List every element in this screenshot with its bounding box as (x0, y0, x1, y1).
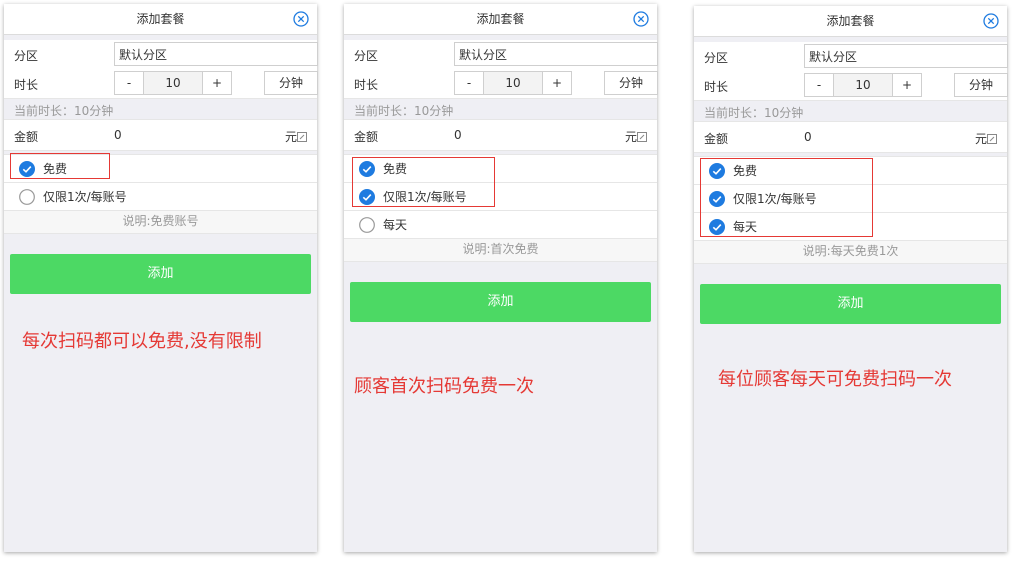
dialog-title-bar: 添加套餐 (344, 4, 657, 35)
area-row: 分区 默认分区 (694, 42, 1008, 72)
area-row: 分区 默认分区 (4, 40, 318, 70)
amount-unit: 元 (975, 130, 997, 147)
duration-input[interactable]: 10 (143, 72, 203, 94)
edit-icon[interactable] (297, 132, 307, 142)
add-button[interactable]: 添加 (700, 284, 1001, 324)
duration-label: 时长 (14, 78, 39, 92)
duration-input[interactable]: 10 (483, 72, 543, 94)
duration-stepper: - 10 + (114, 71, 232, 95)
add-button[interactable]: 添加 (10, 254, 311, 294)
amount-row: 金额 0 元 (4, 119, 317, 151)
amount-unit-label: 元 (284, 130, 297, 144)
decrement-button[interactable]: - (115, 72, 143, 94)
duration-row: 时长 - 10 + 分钟 (4, 69, 318, 99)
option-label: 仅限1次/每账号 (43, 190, 127, 204)
unit-select-button[interactable]: 分钟 (954, 73, 1008, 97)
annotation-caption: 每次扫码都可以免费,没有限制 (22, 331, 262, 352)
duration-input[interactable]: 10 (833, 74, 893, 96)
area-input[interactable]: 默认分区 (804, 44, 1008, 68)
dialog-title-bar: 添加套餐 (694, 6, 1007, 37)
amount-unit-label: 元 (624, 130, 637, 144)
amount-row: 金额 0 元 (694, 121, 1007, 153)
unchecked-circle-icon (359, 217, 375, 233)
amount-label: 金额 (704, 132, 729, 146)
dialog-title: 添加套餐 (136, 12, 185, 26)
package-dialog-free: 添加套餐 分区 默认分区 时长 - 10 + 分钟 当前时长：10分钟 金额 0… (4, 4, 318, 552)
dialog-title-bar: 添加套餐 (4, 4, 317, 35)
amount-label: 金额 (354, 130, 379, 144)
increment-button[interactable]: + (893, 74, 921, 96)
close-icon[interactable] (983, 13, 999, 29)
option-label: 每天 (383, 218, 408, 232)
decrement-button[interactable]: - (455, 72, 483, 94)
close-icon[interactable] (633, 11, 649, 27)
option-once-per-account[interactable]: 仅限1次/每账号 (4, 182, 317, 211)
duration-label: 时长 (354, 78, 379, 92)
area-input[interactable]: 默认分区 (454, 42, 658, 66)
unit-select-button[interactable]: 分钟 (604, 71, 658, 95)
amount-input[interactable]: 0 (804, 130, 812, 144)
annotation-highlight-box (700, 158, 873, 237)
option-daily[interactable]: 每天 (344, 210, 657, 239)
increment-button[interactable]: + (203, 72, 231, 94)
duration-stepper: - 10 + (804, 73, 922, 97)
duration-label: 时长 (704, 80, 729, 94)
description-note: 说明:每天免费1次 (694, 240, 1007, 264)
duration-stepper: - 10 + (454, 71, 572, 95)
area-input[interactable]: 默认分区 (114, 42, 318, 66)
current-duration-text: 当前时长：10分钟 (14, 104, 114, 118)
decrement-button[interactable]: - (805, 74, 833, 96)
close-icon[interactable] (293, 11, 309, 27)
add-button[interactable]: 添加 (350, 282, 651, 322)
amount-row: 金额 0 元 (344, 119, 657, 151)
dialog-title: 添加套餐 (826, 14, 875, 28)
unchecked-circle-icon (19, 189, 35, 205)
edit-icon[interactable] (637, 132, 647, 142)
package-dialog-first-time: 添加套餐 分区 默认分区 时长 - 10 + 分钟 当前时长：10分钟 金额 0… (344, 4, 658, 552)
unit-select-button[interactable]: 分钟 (264, 71, 318, 95)
annotation-highlight-box (10, 153, 110, 179)
duration-row: 时长 - 10 + 分钟 (344, 69, 658, 99)
increment-button[interactable]: + (543, 72, 571, 94)
amount-input[interactable]: 0 (454, 128, 462, 142)
description-note: 说明:首次免费 (344, 238, 657, 262)
annotation-highlight-box (352, 157, 495, 207)
annotation-caption: 顾客首次扫码免费一次 (354, 376, 534, 397)
duration-row: 时长 - 10 + 分钟 (694, 71, 1008, 101)
current-duration-text: 当前时长：10分钟 (704, 106, 804, 120)
amount-unit-label: 元 (974, 132, 987, 146)
area-row: 分区 默认分区 (344, 40, 658, 70)
annotation-caption: 每位顾客每天可免费扫码一次 (718, 369, 952, 390)
amount-unit: 元 (285, 128, 307, 145)
package-dialog-daily: 添加套餐 分区 默认分区 时长 - 10 + 分钟 当前时长：10分钟 金额 0… (694, 6, 1008, 552)
area-label: 分区 (14, 49, 39, 63)
area-label: 分区 (354, 49, 379, 63)
amount-label: 金额 (14, 130, 39, 144)
current-duration-text: 当前时长：10分钟 (354, 104, 454, 118)
amount-unit: 元 (625, 128, 647, 145)
amount-input[interactable]: 0 (114, 128, 122, 142)
area-label: 分区 (704, 51, 729, 65)
edit-icon[interactable] (987, 134, 997, 144)
dialog-title: 添加套餐 (476, 12, 525, 26)
description-note: 说明:免费账号 (4, 210, 317, 234)
